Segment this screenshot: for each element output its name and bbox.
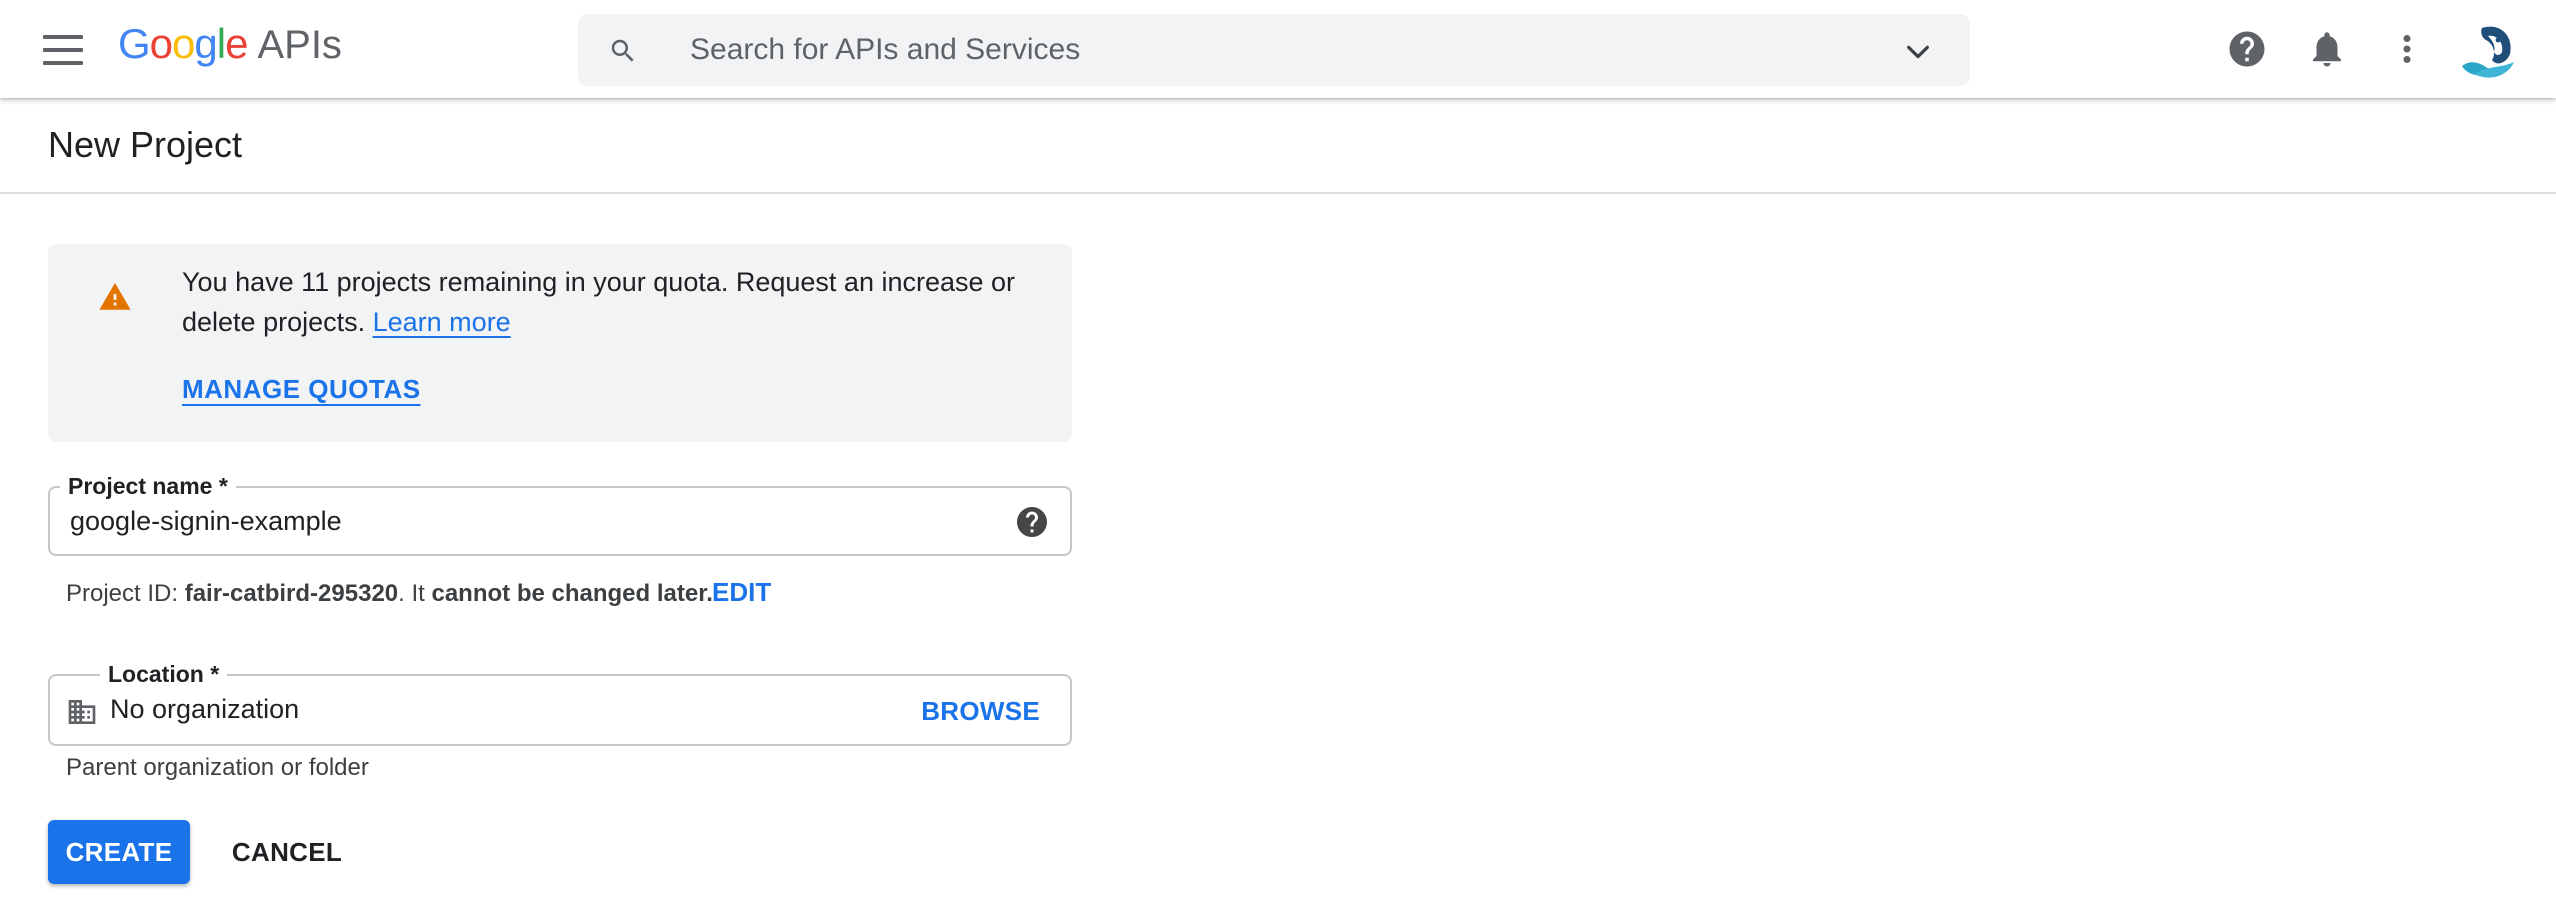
help-circle-icon[interactable] [2226,28,2268,70]
project-id-middle: . It [398,580,425,607]
browse-button[interactable]: BROWSE [921,696,1040,727]
bell-icon[interactable] [2306,28,2348,70]
logo-letter: l [216,20,226,67]
more-vert-icon[interactable] [2386,28,2428,70]
quota-banner: You have 11 projects remaining in your q… [48,244,1072,442]
page-title-bar: New Project [0,98,2556,194]
learn-more-link[interactable]: Learn more [373,307,511,337]
project-name-input[interactable] [68,501,988,541]
project-name-label: Project name * [60,471,236,501]
logo-letter: G [118,20,151,67]
top-app-bar: Google APIs [0,0,2556,98]
chevron-down-icon[interactable] [1902,36,1934,68]
location-field: Location * BROWSE [48,659,1072,746]
manage-quotas-link[interactable]: MANAGE QUOTAS [182,374,421,405]
quota-message: You have 11 projects remaining in your q… [182,262,1042,342]
project-id-value: fair-catbird-295320 [184,580,399,607]
project-name-field: Project name * [48,471,1072,556]
search-icon[interactable] [608,36,638,66]
logo-letter: g [194,20,217,67]
project-id-prefix: Project ID: [66,580,179,607]
warning-icon [99,282,131,310]
search-bar [578,14,1970,86]
create-button[interactable]: CREATE [48,820,190,884]
avatar[interactable] [2452,14,2524,86]
location-input[interactable] [108,689,808,729]
logo-suffix: APIs [257,23,342,67]
logo-letter: o [149,20,173,67]
quota-message-text: You have 11 projects remaining in your q… [182,267,1016,337]
building-icon [68,700,96,724]
google-apis-logo[interactable]: Google APIs [118,20,342,78]
help-circle-icon[interactable] [1014,504,1050,540]
search-input[interactable] [688,26,1838,74]
cancel-button[interactable]: CANCEL [216,820,358,884]
project-id-text: Project ID: fair-catbird-295320. It cann… [66,578,713,610]
edit-project-id-button[interactable]: EDIT [712,577,771,608]
location-label: Location * [100,659,228,689]
hamburger-menu-icon[interactable] [38,30,88,70]
location-helper-text: Parent organization or folder [66,754,369,781]
logo-letter: e [225,20,248,67]
project-id-suffix: cannot be changed later. [431,580,713,607]
page-title: New Project [48,124,243,165]
logo-letter: o [172,20,195,67]
